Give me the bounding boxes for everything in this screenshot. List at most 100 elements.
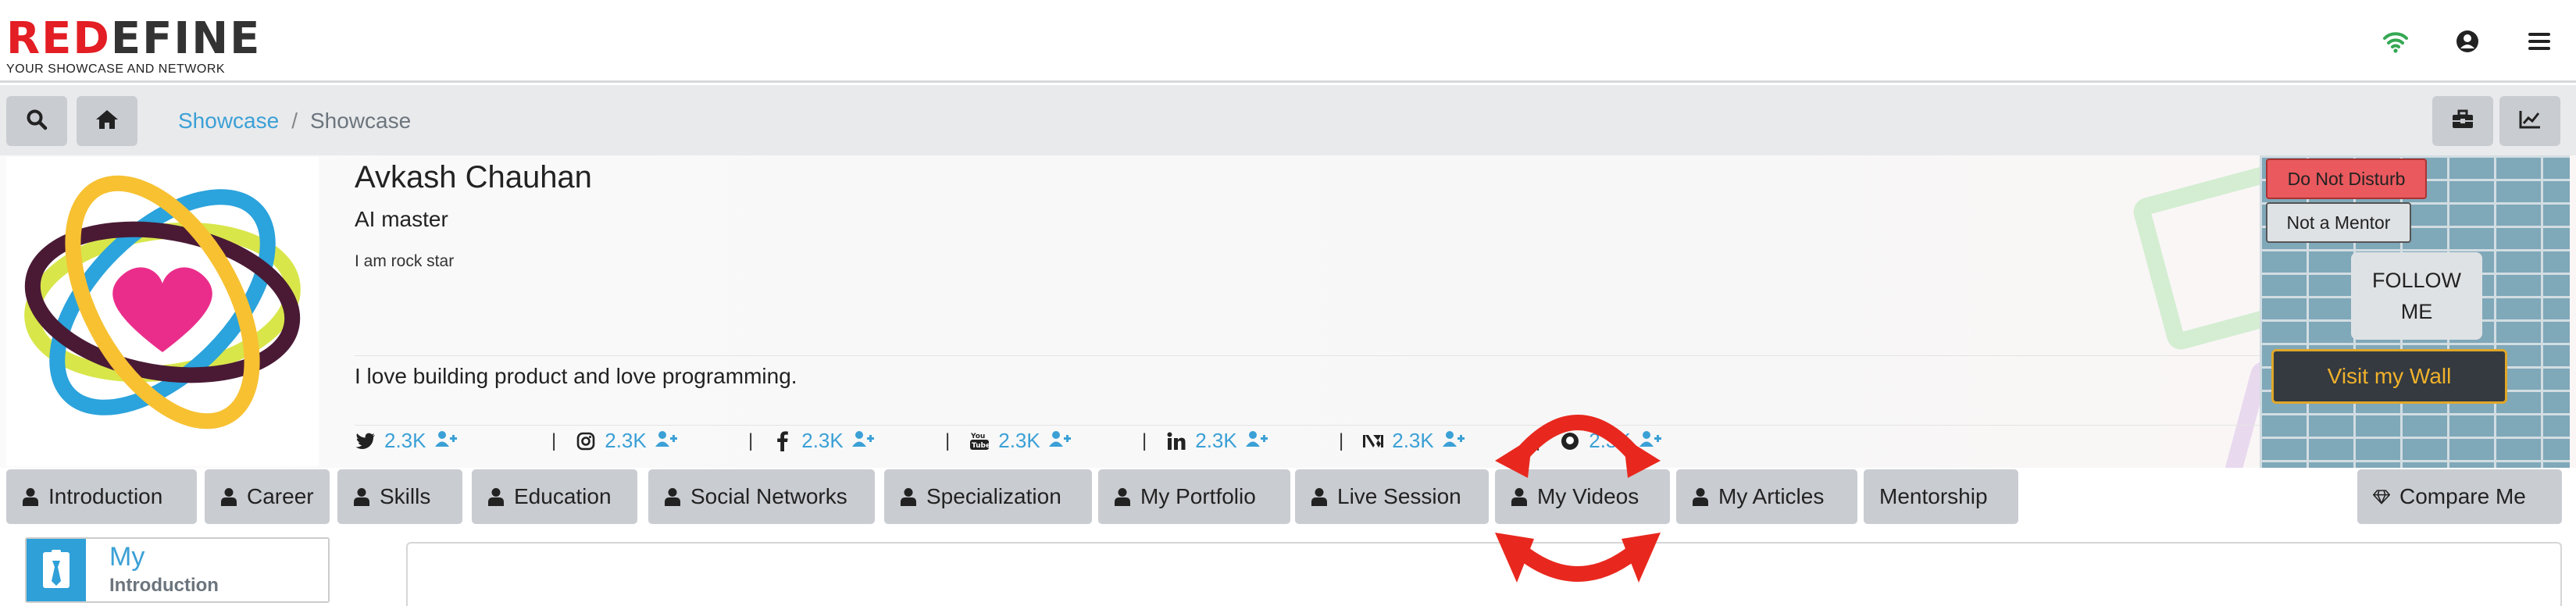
search-icon: [26, 109, 48, 134]
home-icon: [95, 109, 120, 134]
social-count: 2.3K: [998, 429, 1040, 452]
tab-label: My Articles: [1718, 484, 1825, 508]
social-count: 2.3K: [801, 429, 844, 452]
follow-label-line-1: FOLLOW: [2371, 269, 2461, 292]
follow-me-button[interactable]: FOLLOW ME: [2351, 252, 2482, 340]
linkedin-icon: [1165, 430, 1187, 452]
visit-my-wall-button[interactable]: Visit my Wall: [2271, 349, 2507, 404]
user-icon: [664, 487, 681, 507]
breadcrumb-link-showcase[interactable]: Showcase: [178, 109, 279, 133]
rotate-arrows-icon: [1495, 415, 1661, 583]
brand-name: REDEFINE: [6, 13, 262, 64]
social-stat-instagram[interactable]: | 2.3K: [551, 429, 748, 453]
not-a-mentor-button[interactable]: Not a Mentor: [2266, 202, 2411, 243]
user-plus-icon: [1048, 429, 1072, 453]
divider: |: [1339, 430, 1344, 451]
compare-label: Compare Me: [2399, 484, 2526, 508]
social-count: 2.3K: [384, 429, 426, 452]
hamburger-menu-icon[interactable]: [2526, 28, 2553, 55]
tab-live-session[interactable]: Live Session: [1295, 469, 1489, 524]
tab-mentorship[interactable]: Mentorship: [1864, 469, 2018, 524]
tab-introduction[interactable]: Introduction: [6, 469, 197, 524]
tab-my-articles[interactable]: My Articles: [1676, 469, 1857, 524]
profile-title: AI master: [355, 207, 448, 231]
profile-description-box: I love building product and love program…: [355, 355, 2260, 426]
social-stat-linkedin[interactable]: | 2.3K: [1142, 429, 1339, 453]
user-plus-icon: [434, 429, 458, 453]
compare-me-button[interactable]: Compare Me: [2357, 469, 2562, 524]
tab-label: Live Session: [1337, 484, 1461, 508]
user-circle-icon[interactable]: [2454, 28, 2481, 55]
wifi-icon[interactable]: [2382, 28, 2409, 55]
tab-education[interactable]: Education: [472, 469, 637, 524]
divider: |: [551, 430, 557, 451]
user-plus-icon: [851, 429, 875, 453]
user-plus-icon: [655, 429, 678, 453]
social-stat-facebook[interactable]: | 2.3K: [748, 429, 945, 453]
home-button[interactable]: [77, 96, 137, 146]
toolbox-button[interactable]: [2432, 96, 2493, 146]
brand-logo[interactable]: REDEFINE YOUR SHOWCASE AND NETWORK: [6, 17, 261, 77]
user-icon: [1311, 487, 1328, 507]
profile-name: Avkash Chauhan: [355, 160, 592, 194]
social-count: 2.3K: [1392, 429, 1434, 452]
tab-label: Mentorship: [1879, 484, 1988, 508]
social-count: 2.3K: [1195, 429, 1237, 452]
brand-tagline: YOUR SHOWCASE AND NETWORK: [6, 62, 226, 76]
social-stat-twitter[interactable]: 2.3K: [355, 429, 551, 453]
user-icon: [22, 487, 39, 507]
tab-label: Career: [247, 484, 314, 508]
tab-label: Education: [514, 484, 612, 508]
user-icon: [1114, 487, 1131, 507]
svg-text:You: You: [970, 433, 985, 440]
avatar: [6, 157, 319, 466]
gem-icon: [2373, 487, 2390, 507]
do-not-disturb-button[interactable]: Do Not Disturb: [2266, 159, 2427, 199]
follow-label-line-2: ME: [2400, 300, 2433, 323]
profile-description: I love building product and love program…: [355, 364, 797, 388]
breadcrumb-current: Showcase: [309, 109, 412, 133]
tab-specialization[interactable]: Specialization: [884, 469, 1092, 524]
tab-career[interactable]: Career: [205, 469, 330, 524]
divider: |: [1142, 430, 1147, 451]
search-button[interactable]: [6, 96, 67, 146]
profile-section: Avkash Chauhan AI master I am rock star …: [0, 155, 2576, 468]
facebook-icon: [772, 430, 794, 452]
youtube-icon: You Tube: [969, 430, 990, 452]
svg-text:Tube: Tube: [972, 442, 990, 450]
user-plus-icon: [1245, 429, 1268, 453]
top-navbar: REDEFINE YOUR SHOWCASE AND NETWORK: [0, 0, 2576, 83]
analytics-button[interactable]: [2499, 96, 2560, 146]
user-plus-icon: [1442, 429, 1465, 453]
tab-skills[interactable]: Skills: [337, 469, 462, 524]
twitter-icon: [355, 430, 376, 452]
user-icon: [353, 487, 370, 507]
instagram-icon: [575, 430, 597, 452]
profile-bio: I am rock star: [355, 252, 455, 270]
toolbox-icon: [2451, 109, 2474, 134]
tab-label: Social Networks: [690, 484, 847, 508]
breadcrumb: Showcase / Showcase: [178, 109, 411, 134]
tab-label: Specialization: [926, 484, 1061, 508]
breadcrumb-separator: /: [291, 109, 298, 133]
tab-label: Introduction: [48, 484, 163, 508]
line-chart-icon: [2518, 109, 2542, 134]
intro-title: My: [109, 542, 145, 572]
tab-social-networks[interactable]: Social Networks: [648, 469, 875, 524]
tab-my-portfolio[interactable]: My Portfolio: [1098, 469, 1290, 524]
tab-label: Skills: [380, 484, 431, 508]
tab-label: My Portfolio: [1140, 484, 1256, 508]
user-icon: [1692, 487, 1709, 507]
divider: |: [945, 430, 951, 451]
user-icon: [900, 487, 917, 507]
divider: |: [748, 430, 754, 451]
medium-icon: [1362, 430, 1384, 452]
intro-section-header: My Introduction: [25, 537, 330, 603]
user-icon: [220, 487, 237, 507]
social-count: 2.3K: [605, 429, 647, 452]
intro-subtitle: Introduction: [109, 575, 219, 596]
id-badge-icon: [27, 539, 86, 601]
social-stat-youtube[interactable]: | You Tube 2.3K: [945, 429, 1142, 453]
user-icon: [487, 487, 505, 507]
breadcrumb-bar: Showcase / Showcase: [0, 85, 2576, 155]
